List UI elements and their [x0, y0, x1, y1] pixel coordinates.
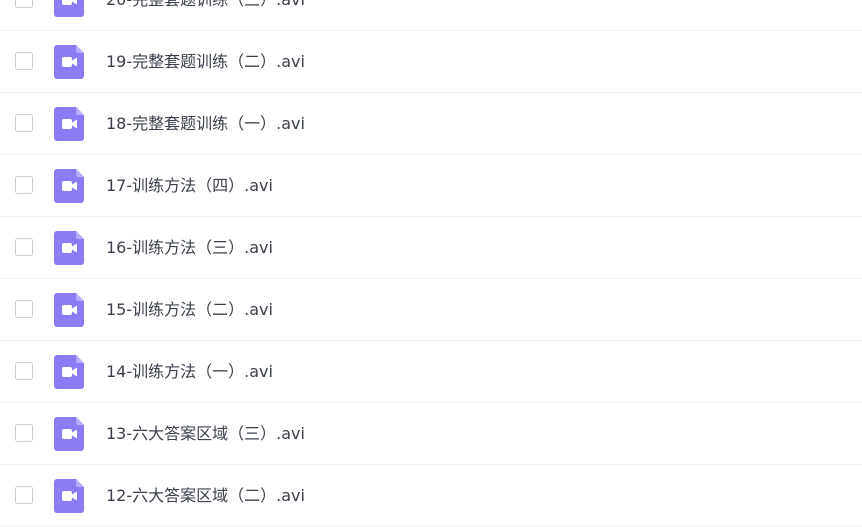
row-checkbox[interactable] [15, 176, 33, 194]
video-file-icon [54, 417, 84, 451]
file-row[interactable]: 14-训练方法（一）.avi [0, 341, 862, 403]
file-name[interactable]: 16-训练方法（三）.avi [106, 217, 273, 279]
file-row[interactable]: 16-训练方法（三）.avi [0, 217, 862, 279]
video-file-icon [54, 0, 84, 17]
video-file-icon [54, 107, 84, 141]
file-name[interactable]: 17-训练方法（四）.avi [106, 155, 273, 217]
video-file-icon [54, 169, 84, 203]
file-name[interactable]: 13-六大答案区域（三）.avi [106, 403, 305, 465]
file-row[interactable]: 13-六大答案区域（三）.avi [0, 403, 862, 465]
file-row[interactable]: 15-训练方法（二）.avi [0, 279, 862, 341]
file-name[interactable]: 12-六大答案区域（二）.avi [106, 465, 305, 527]
video-file-icon [54, 479, 84, 513]
file-row[interactable]: 12-六大答案区域（二）.avi [0, 465, 862, 527]
file-name[interactable]: 14-训练方法（一）.avi [106, 341, 273, 403]
file-name[interactable]: 19-完整套题训练（二）.avi [106, 31, 305, 93]
file-list: 20-完整套题训练（三）.avi 19-完整套题训练（二）.avi 18-完整套… [0, 0, 862, 527]
row-checkbox[interactable] [15, 114, 33, 132]
file-row[interactable]: 18-完整套题训练（一）.avi [0, 93, 862, 155]
video-file-icon [54, 355, 84, 389]
row-checkbox[interactable] [15, 486, 33, 504]
file-row[interactable]: 17-训练方法（四）.avi [0, 155, 862, 217]
video-file-icon [54, 231, 84, 265]
row-checkbox[interactable] [15, 424, 33, 442]
row-checkbox[interactable] [15, 300, 33, 318]
row-checkbox[interactable] [15, 238, 33, 256]
file-row[interactable]: 20-完整套题训练（三）.avi [0, 0, 862, 31]
file-name[interactable]: 15-训练方法（二）.avi [106, 279, 273, 341]
row-checkbox[interactable] [15, 0, 33, 8]
video-file-icon [54, 45, 84, 79]
row-checkbox[interactable] [15, 362, 33, 380]
file-row[interactable]: 19-完整套题训练（二）.avi [0, 31, 862, 93]
file-name[interactable]: 20-完整套题训练（三）.avi [106, 0, 305, 31]
file-name[interactable]: 18-完整套题训练（一）.avi [106, 93, 305, 155]
video-file-icon [54, 293, 84, 327]
row-checkbox[interactable] [15, 52, 33, 70]
